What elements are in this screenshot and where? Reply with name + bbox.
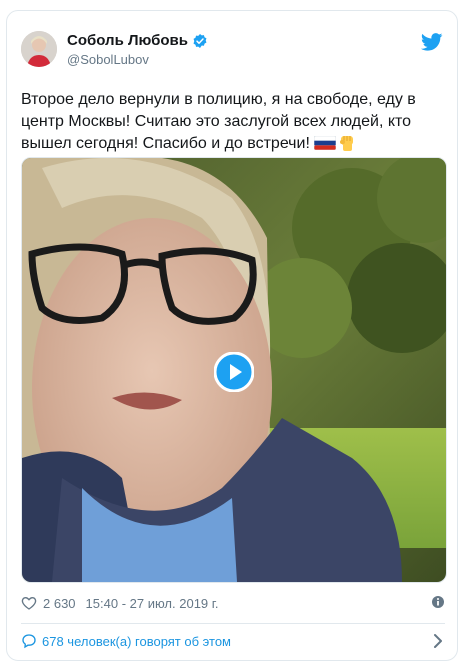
tweet-text-body: Второе дело вернули в полицию, я на своб… <box>21 91 416 152</box>
divider <box>21 623 445 624</box>
author-name[interactable]: Соболь Любовь <box>67 32 208 49</box>
info-icon[interactable] <box>431 595 445 609</box>
author-handle[interactable]: @SobolLubov <box>67 52 149 67</box>
heart-icon[interactable] <box>21 595 37 611</box>
play-button-icon[interactable] <box>214 352 254 392</box>
tweet-text: Второе дело вернули в полицию, я на своб… <box>21 89 443 155</box>
chevron-right-icon[interactable] <box>431 633 445 649</box>
tweet-card: Соболь Любовь @SobolLubov Второе дело ве… <box>6 10 458 661</box>
conversation-link[interactable]: 678 человек(а) говорят об этом <box>21 630 445 652</box>
russian-flag-icon <box>314 136 337 150</box>
tweet-meta: 2 630 15:40 - 27 июл. 2019 г. <box>21 593 445 613</box>
conversation-link-text[interactable]: 678 человек(а) говорят об этом <box>42 634 231 649</box>
like-count[interactable]: 2 630 <box>43 596 76 611</box>
avatar[interactable] <box>21 31 57 67</box>
reply-bubble-icon <box>22 634 36 649</box>
twitter-bird-icon[interactable] <box>421 33 443 51</box>
verified-badge-icon <box>193 33 207 48</box>
tweet-timestamp[interactable]: 15:40 - 27 июл. 2019 г. <box>86 596 219 611</box>
raised-fist-icon <box>340 136 354 151</box>
video-player[interactable] <box>21 157 447 583</box>
author-name-text[interactable]: Соболь Любовь <box>67 32 188 49</box>
